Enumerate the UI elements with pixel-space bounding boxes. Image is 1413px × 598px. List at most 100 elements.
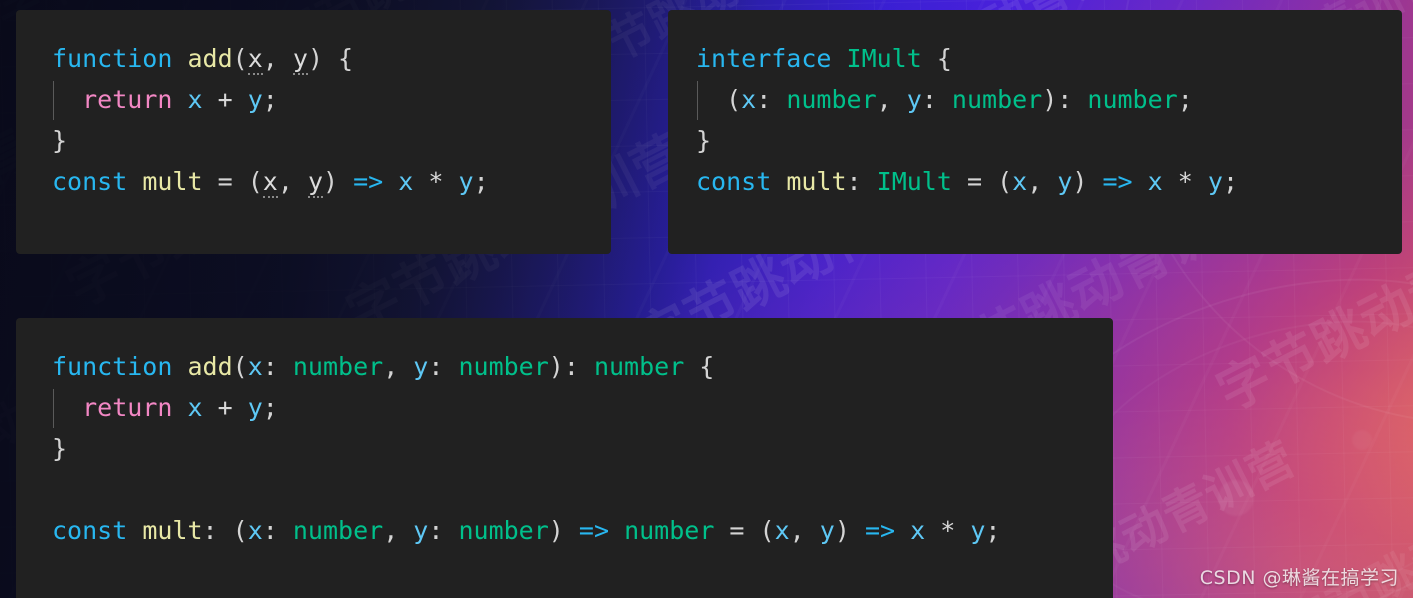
code-token-variable: y bbox=[1207, 167, 1223, 196]
code-token-keyword: const bbox=[52, 516, 128, 545]
code-token-variable: x bbox=[1012, 167, 1028, 196]
code-token-variable: y bbox=[247, 85, 263, 114]
code-token-punctuation: ) bbox=[548, 516, 579, 545]
code-content: interface IMult { (x: number, y: number)… bbox=[668, 10, 1402, 202]
code-token-punctuation: : bbox=[428, 516, 459, 545]
code-token-type: number bbox=[292, 516, 384, 545]
code-token-punctuation: ; bbox=[473, 167, 489, 196]
code-token-punctuation: ) bbox=[323, 167, 354, 196]
code-token-variable: y bbox=[819, 516, 835, 545]
code-line: const mult: (x: number, y: number) => nu… bbox=[52, 510, 1113, 551]
indent-guide bbox=[53, 81, 54, 120]
code-token-punctuation: ; bbox=[1177, 85, 1193, 114]
code-token-punctuation: : bbox=[262, 516, 293, 545]
code-content: function add(x, y) { return x + y;} const… bbox=[16, 10, 611, 202]
code-token-punctuation: = ( bbox=[714, 516, 775, 545]
code-panel-typescript-interface: interface IMult { (x: number, y: number)… bbox=[668, 10, 1402, 254]
code-line: } bbox=[52, 120, 611, 161]
code-token-punctuation: = ( bbox=[951, 167, 1013, 196]
code-token-punctuation: ) bbox=[1072, 167, 1103, 196]
code-token-type: IMult bbox=[846, 44, 922, 73]
code-token-variable: y bbox=[970, 516, 986, 545]
code-token-punctuation: : ( bbox=[202, 516, 248, 545]
code-token-variable: x bbox=[398, 167, 414, 196]
code-token-type: number bbox=[458, 352, 549, 381]
screenshot-stage: 字节跳动青训营字节跳动青训营字节跳动青训营字节跳动青训营字节跳动青训营字节跳动青… bbox=[0, 0, 1413, 598]
code-line: return x + y; bbox=[52, 79, 611, 120]
code-token-keyword: function bbox=[52, 44, 173, 73]
code-token-variable: x bbox=[910, 516, 926, 545]
code-token-punctuation: : bbox=[921, 85, 952, 114]
code-token-punctuation: : bbox=[756, 85, 787, 114]
code-token-keyword: const bbox=[52, 167, 128, 196]
code-token-function: add bbox=[187, 44, 233, 73]
code-token-punctuation: ) bbox=[834, 516, 865, 545]
code-token-punctuation: ( bbox=[696, 85, 742, 114]
code-token-type: number bbox=[292, 352, 384, 381]
code-token-variable: x bbox=[774, 516, 790, 545]
code-token-plain: * bbox=[925, 516, 971, 545]
code-token-param: y bbox=[307, 167, 323, 198]
code-token-variable: x bbox=[247, 352, 263, 381]
code-token-variable: x bbox=[741, 85, 757, 114]
code-line: function add(x, y) { bbox=[52, 38, 611, 79]
code-token-variable: x bbox=[247, 516, 263, 545]
code-token-punctuation: ( bbox=[232, 44, 248, 73]
code-token-punctuation: ( bbox=[232, 352, 248, 381]
code-token-punctuation: : bbox=[428, 352, 459, 381]
code-token-variable: x bbox=[187, 85, 203, 114]
code-line: } bbox=[52, 428, 1113, 469]
code-token-punctuation: ; bbox=[1222, 167, 1238, 196]
code-token-punctuation: , bbox=[277, 167, 308, 196]
csdn-attribution-watermark: CSDN @琳酱在搞学习 bbox=[1199, 567, 1399, 589]
code-token-punctuation: } bbox=[52, 126, 68, 155]
code-token-plain: * bbox=[413, 167, 459, 196]
code-token-punctuation: { bbox=[921, 44, 952, 73]
code-token-type: number bbox=[458, 516, 549, 545]
code-token-punctuation: , bbox=[262, 44, 293, 73]
code-token-punctuation: , bbox=[789, 516, 820, 545]
code-token-arrow: => bbox=[864, 516, 896, 545]
code-token-param: y bbox=[292, 44, 308, 75]
code-line: } bbox=[696, 120, 1402, 161]
code-token-keyword: const bbox=[696, 167, 772, 196]
code-line: const mult = (x, y) => x * y; bbox=[52, 161, 611, 202]
code-token-punctuation: ; bbox=[262, 85, 278, 114]
code-token-param: x bbox=[262, 167, 278, 198]
code-token-punctuation: ; bbox=[985, 516, 1001, 545]
code-token-punctuation: ): bbox=[1042, 85, 1088, 114]
indent-guide bbox=[53, 389, 54, 428]
code-token-function: add bbox=[187, 352, 233, 381]
code-line: (x: number, y: number): number; bbox=[696, 79, 1402, 120]
code-token-punctuation: , bbox=[876, 85, 907, 114]
code-token-arrow: => bbox=[353, 167, 384, 196]
code-token-type: number bbox=[624, 516, 715, 545]
code-token-punctuation: ): bbox=[548, 352, 594, 381]
code-token-punctuation: , bbox=[1027, 167, 1058, 196]
code-line: return x + y; bbox=[52, 387, 1113, 428]
code-line: interface IMult { bbox=[696, 38, 1402, 79]
code-token-punctuation: ; bbox=[262, 393, 278, 422]
code-token-variable: y bbox=[413, 352, 429, 381]
code-token-type: number bbox=[1087, 85, 1178, 114]
code-token-punctuation: : bbox=[846, 167, 877, 196]
code-token-keyword: interface bbox=[696, 44, 832, 73]
code-token-keyword: function bbox=[52, 352, 173, 381]
code-token-function: mult bbox=[142, 167, 203, 196]
code-token-variable: y bbox=[458, 167, 474, 196]
code-token-type: number bbox=[951, 85, 1043, 114]
code-token-variable: y bbox=[1057, 167, 1073, 196]
code-panel-typescript-typed: function add(x: number, y: number): numb… bbox=[16, 318, 1113, 598]
code-token-function: mult bbox=[142, 516, 203, 545]
code-token-punctuation: , bbox=[383, 352, 414, 381]
code-panel-javascript-add-mult: function add(x, y) { return x + y;} const… bbox=[16, 10, 611, 254]
